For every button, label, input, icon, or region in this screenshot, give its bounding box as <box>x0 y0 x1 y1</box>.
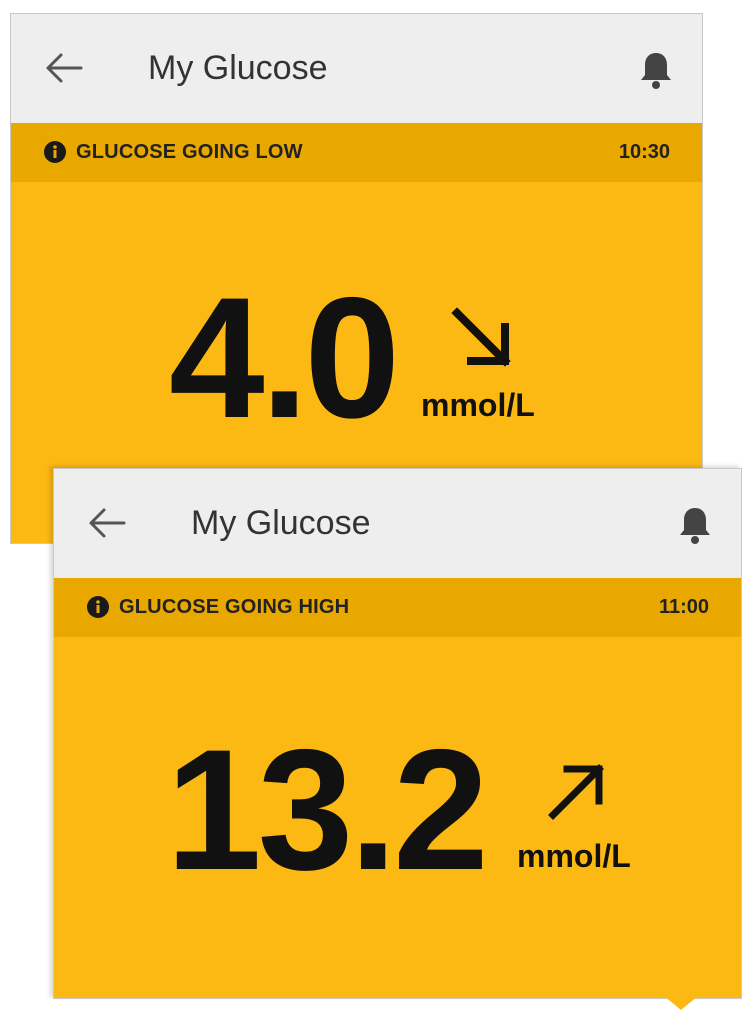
arrow-down-right-icon <box>451 307 511 367</box>
back-arrow-icon[interactable] <box>88 507 126 539</box>
app-bar: My Glucose <box>54 469 741 578</box>
glucose-alert-screen-low: My Glucose GLUCOSE GOING LOW 10:30 4.0 m… <box>10 13 703 544</box>
info-icon <box>44 141 66 163</box>
callout-pointer <box>664 996 698 1010</box>
info-icon <box>87 596 109 618</box>
glucose-reading: 4.0 <box>169 262 400 454</box>
glucose-unit: mmol/L <box>517 838 631 874</box>
glucose-reading: 13.2 <box>166 714 489 906</box>
back-arrow-icon[interactable] <box>45 52 83 84</box>
alert-banner: GLUCOSE GOING HIGH 11:00 <box>54 578 741 637</box>
app-title: My Glucose <box>191 504 371 542</box>
glucose-alert-screen-high: My Glucose GLUCOSE GOING HIGH 11:00 13.2… <box>53 468 742 999</box>
bell-icon[interactable] <box>638 50 674 90</box>
app-title: My Glucose <box>148 49 328 87</box>
alert-time: 10:30 <box>618 141 670 163</box>
app-bar: My Glucose <box>11 14 702 123</box>
alert-time: 11:00 <box>658 596 709 618</box>
glucose-unit: mmol/L <box>421 387 535 423</box>
alert-banner: GLUCOSE GOING LOW 10:30 <box>11 123 702 182</box>
alert-message: GLUCOSE GOING HIGH <box>119 596 350 618</box>
bell-icon[interactable] <box>677 505 713 545</box>
arrow-up-right-icon <box>548 764 604 820</box>
alert-message: GLUCOSE GOING LOW <box>76 141 303 163</box>
